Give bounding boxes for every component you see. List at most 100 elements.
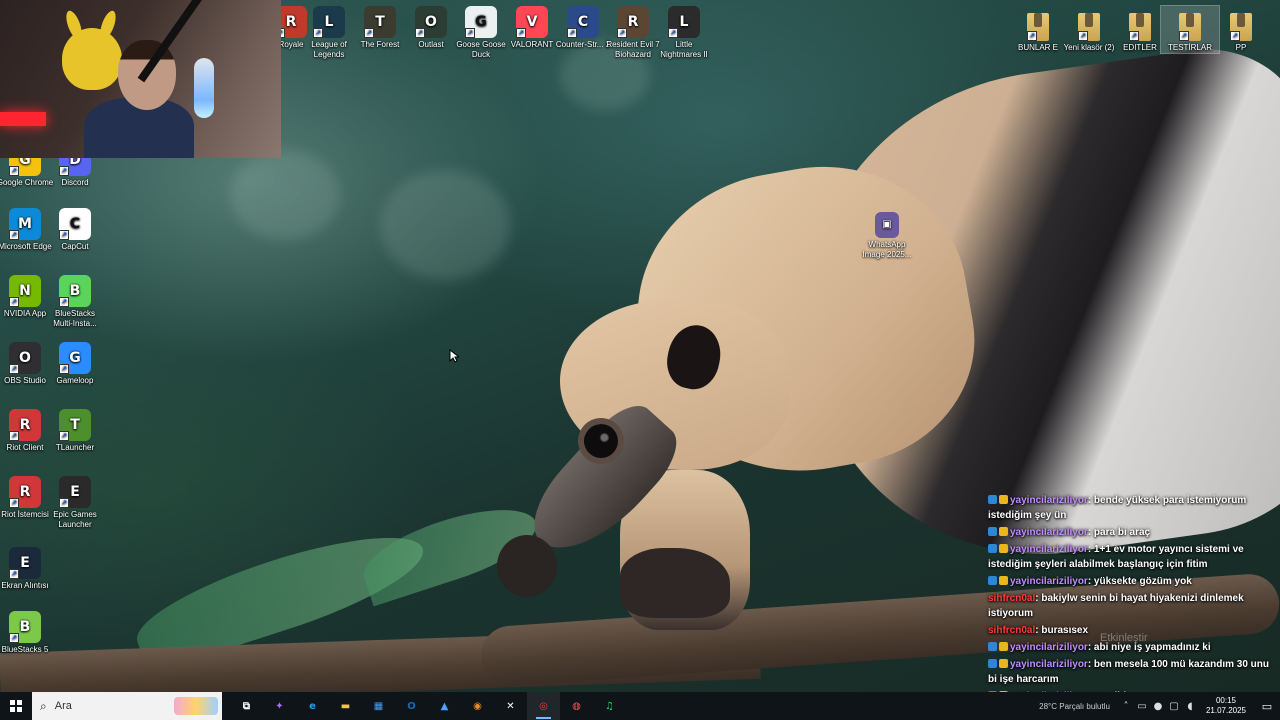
taskbar: ⌕ Ara ⧉ ✦ e ▬ ▦ O ▲ ◉ ✕ ◎ ◍ ♫ 28°C Parçalı bulutlu …: [0, 692, 1280, 720]
shortcut-label: Counter-Str... 2: [555, 40, 611, 49]
start-button[interactable]: [0, 692, 32, 720]
notification-icon[interactable]: ▭: [1254, 700, 1280, 713]
shortcut-arrow-icon: ↗: [1027, 31, 1037, 41]
bluestacks-multi-icon: B ↗: [59, 275, 91, 307]
folder-icon: ↗: [1129, 13, 1151, 41]
desktop-shortcut-league-of-legends[interactable]: L ↗ League of Legends: [300, 6, 358, 60]
desktop-shortcut-capcut[interactable]: C ↗ CapCut: [46, 208, 104, 252]
shortcut-arrow-icon: ↗: [9, 230, 19, 240]
taskbar-app-task-view[interactable]: ⧉: [230, 692, 263, 720]
shortcut-arrow-icon: ↗: [465, 28, 475, 38]
taskbar-app-obs[interactable]: ◍: [560, 692, 593, 720]
network-icon[interactable]: ▭: [1134, 701, 1150, 712]
shortcut-arrow-icon: ↗: [415, 28, 425, 38]
shortcut-label: Gameloop: [56, 376, 94, 385]
wallpaper-bokeh: [230, 150, 340, 240]
shortcut-arrow-icon: ↗: [9, 364, 19, 374]
clock-time: 00:15: [1215, 696, 1236, 705]
wallpaper-bokeh: [380, 170, 510, 280]
goose-goose-duck-icon: G ↗: [465, 6, 497, 38]
shortcut-arrow-icon: ↗: [59, 364, 69, 374]
weather-widget[interactable]: 28°C Parçalı bulutlu: [1039, 702, 1110, 711]
shortcut-arrow-icon: ↗: [617, 28, 627, 38]
desktop-shortcut-valorant[interactable]: V ↗ VALORANT: [503, 6, 561, 50]
desktop-shortcut-folder[interactable]: ↗ Yeni klasör (2): [1060, 6, 1118, 53]
desktop-shortcut-gameloop[interactable]: G ↗ Gameloop: [46, 342, 104, 386]
moderator-badge-icon: [988, 544, 997, 553]
desktop-shortcut-folder[interactable]: ↗ PP: [1212, 6, 1270, 53]
shortcut-label: The Forest: [360, 40, 400, 49]
chat-message: sihfrcn0al: bakiylw senin bi hayat hiyak…: [984, 590, 1280, 622]
taskbar-app-file-explorer[interactable]: ▬: [329, 692, 362, 720]
desktop-shortcut-goose-goose-duck[interactable]: G ↗ Goose Goose Duck: [452, 6, 510, 60]
folder-icon: ↗: [1179, 13, 1201, 41]
desktop-shortcut-tlauncher[interactable]: T ↗ TLauncher: [46, 409, 104, 453]
volume-icon[interactable]: ◖: [1182, 701, 1198, 712]
taskbar-app-store[interactable]: ▦: [362, 692, 395, 720]
desktop-shortcut-the-forest[interactable]: T ↗ The Forest: [351, 6, 409, 50]
desktop-shortcut-snipping-tool[interactable]: E ↗ Ekran Alıntısı: [0, 547, 54, 591]
desktop-shortcut-resident-evil-7[interactable]: R ↗ Resident Evil 7 Biohazard: [604, 6, 662, 60]
desktop-shortcut-folder[interactable]: ↗ TESTİRLAR: [1160, 5, 1220, 54]
folder-icon: ↗: [1078, 13, 1100, 41]
shortcut-arrow-icon: ↗: [59, 230, 69, 240]
microphone-icon[interactable]: ●: [1150, 701, 1166, 712]
shortcut-label: Discord: [61, 178, 89, 187]
capcut-icon: ✕: [506, 700, 515, 712]
subscriber-badge-icon: [999, 576, 1008, 585]
folder-icon: ↗: [1027, 13, 1049, 41]
shortcut-arrow-icon: ↗: [364, 28, 374, 38]
chevron-up-icon[interactable]: ˄: [1118, 701, 1134, 712]
chat-message: yayincilariziliyor: bende yüksek para is…: [984, 492, 1280, 524]
counter-strike-2-icon: C ↗: [567, 6, 599, 38]
desktop-shortcut-epic-games[interactable]: E ↗ Epic Games Launcher: [46, 476, 104, 530]
desktop-shortcut-bluestacks-5[interactable]: B ↗ BlueStacks 5: [0, 611, 54, 655]
shortcut-arrow-icon: ↗: [59, 431, 69, 441]
chat-text: : burasısex: [1035, 625, 1089, 636]
clock[interactable]: 00:15 21.07.2025: [1198, 696, 1254, 716]
epic-games-icon: E ↗: [59, 476, 91, 508]
shortcut-arrow-icon: ↗: [668, 28, 678, 38]
nvidia-icon: N ↗: [9, 275, 41, 307]
desktop-shortcut-little-nightmares-2[interactable]: L ↗ Little Nightmares II: [655, 6, 713, 60]
taskbar-app-outlook[interactable]: O: [395, 692, 428, 720]
taskbar-app-blender[interactable]: ◉: [461, 692, 494, 720]
shortcut-label: Outlast: [418, 40, 444, 49]
tlauncher-icon: T ↗: [59, 409, 91, 441]
taskbar-app-edge[interactable]: e: [296, 692, 329, 720]
shortcut-label: Resident Evil 7 Biohazard: [606, 40, 660, 59]
shortcut-arrow-icon: ↗: [313, 28, 323, 38]
shortcut-label: Riot Client: [6, 443, 44, 452]
shortcut-label: TLauncher: [55, 443, 95, 452]
taskbar-app-chrome[interactable]: ◎: [527, 692, 560, 720]
taskbar-search-box[interactable]: ⌕ Ara: [32, 692, 222, 720]
taskbar-app-capcut[interactable]: ✕: [494, 692, 527, 720]
shortcut-label: Ekran Alıntısı: [1, 581, 49, 590]
whatsapp-image-file[interactable]: ▣ WhatsApp Image 2025...: [858, 212, 916, 260]
system-tray: 28°C Parçalı bulutlu ˄ ▭ ● ▢ ◖ 00:15 21.…: [1039, 692, 1280, 720]
blender-icon: ◉: [473, 700, 482, 712]
chat-message: yayincilariziliyor: yüksekte gözüm yok: [984, 573, 1280, 590]
shortcut-arrow-icon: ↗: [1230, 31, 1240, 41]
folder-icon: ↗: [1230, 13, 1252, 41]
chat-username: yayincilariziliyor: [1010, 527, 1088, 538]
shortcut-label: VALORANT: [510, 40, 554, 49]
taskbar-app-copilot[interactable]: ✦: [263, 692, 296, 720]
taskbar-app-spotify[interactable]: ♫: [593, 692, 626, 720]
league-of-legends-icon: L ↗: [313, 6, 345, 38]
chat-message: yayincilariziliyor: 1+1 ev motor yayıncı…: [984, 541, 1280, 573]
store-icon: ▦: [373, 700, 384, 712]
shortcut-label: NVIDIA App: [3, 309, 47, 318]
desktop-shortcut-folder[interactable]: ↗ BUNLAR E: [1009, 6, 1067, 53]
search-icon: ⌕: [40, 698, 47, 713]
obs-icon: ◍: [572, 700, 581, 712]
shortcut-label: PP: [1235, 43, 1247, 52]
display-icon[interactable]: ▢: [1166, 701, 1182, 712]
chat-username: sihfrcn0al: [988, 625, 1036, 636]
file-explorer-icon: ▬: [340, 700, 351, 712]
taskbar-app-app-blue[interactable]: ▲: [428, 692, 461, 720]
chat-username: yayincilariziliyor: [1010, 576, 1088, 587]
webcam-microphone: [194, 58, 214, 118]
moderator-badge-icon: [988, 642, 997, 651]
desktop-shortcut-bluestacks-multi[interactable]: B ↗ BlueStacks Multi-Insta...: [46, 275, 104, 329]
